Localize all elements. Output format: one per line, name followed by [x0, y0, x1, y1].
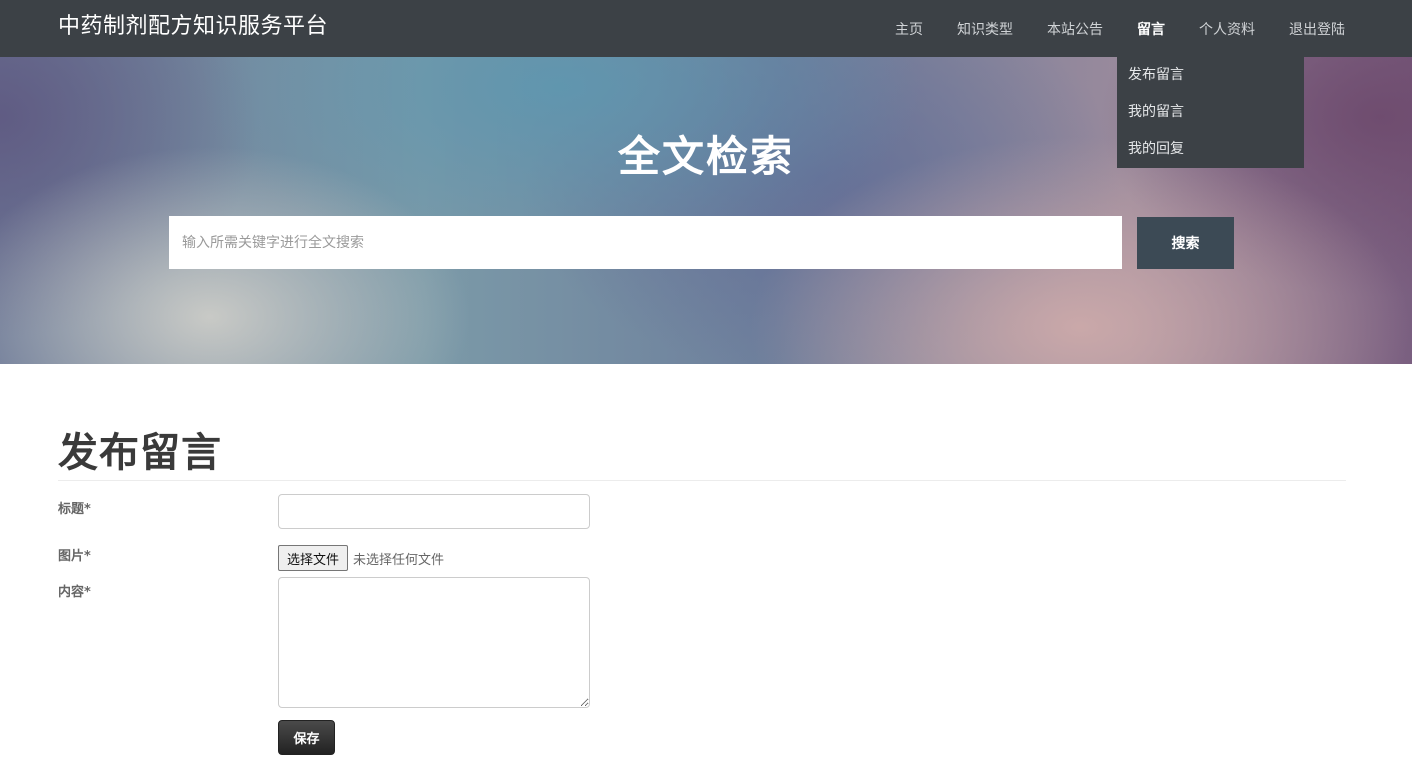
nav-item-messages[interactable]: 留言 — [1137, 19, 1165, 39]
nav-item-announcements[interactable]: 本站公告 — [1047, 19, 1103, 39]
image-label: 图片* — [58, 549, 91, 564]
title-input[interactable] — [278, 494, 590, 529]
nav-item-profile[interactable]: 个人资料 — [1199, 19, 1255, 39]
top-navbar: 中药制剂配方知识服务平台 主页 知识类型 本站公告 留言 个人资料 退出登陆 — [0, 0, 1412, 57]
choose-file-button[interactable]: 选择文件 — [278, 545, 349, 571]
title-divider — [58, 480, 1346, 481]
main-nav: 主页 知识类型 本站公告 留言 个人资料 退出登陆 — [861, 0, 1345, 57]
messages-dropdown-menu: 发布留言 我的留言 我的回复 — [1117, 57, 1304, 168]
nav-item-logout[interactable]: 退出登陆 — [1289, 19, 1345, 39]
search-button[interactable]: 搜索 — [1137, 217, 1234, 269]
page-title: 发布留言 — [58, 430, 222, 476]
fulltext-search-input[interactable] — [169, 216, 1122, 269]
content-label: 内容* — [58, 585, 91, 600]
title-label: 标题* — [58, 502, 91, 517]
dropdown-item-my-replies[interactable]: 我的回复 — [1117, 135, 1304, 172]
save-button[interactable]: 保存 — [278, 720, 335, 755]
image-file-picker: 选择文件 未选择任何文件 — [278, 545, 444, 571]
dropdown-item-my-messages[interactable]: 我的留言 — [1117, 98, 1304, 135]
dropdown-item-post-message[interactable]: 发布留言 — [1117, 61, 1304, 98]
nav-item-knowledge-types[interactable]: 知识类型 — [957, 19, 1013, 39]
content-textarea[interactable] — [278, 577, 590, 708]
nav-item-home[interactable]: 主页 — [895, 19, 923, 39]
site-brand[interactable]: 中药制剂配方知识服务平台 — [58, 8, 328, 40]
file-status-text: 未选择任何文件 — [353, 552, 445, 568]
